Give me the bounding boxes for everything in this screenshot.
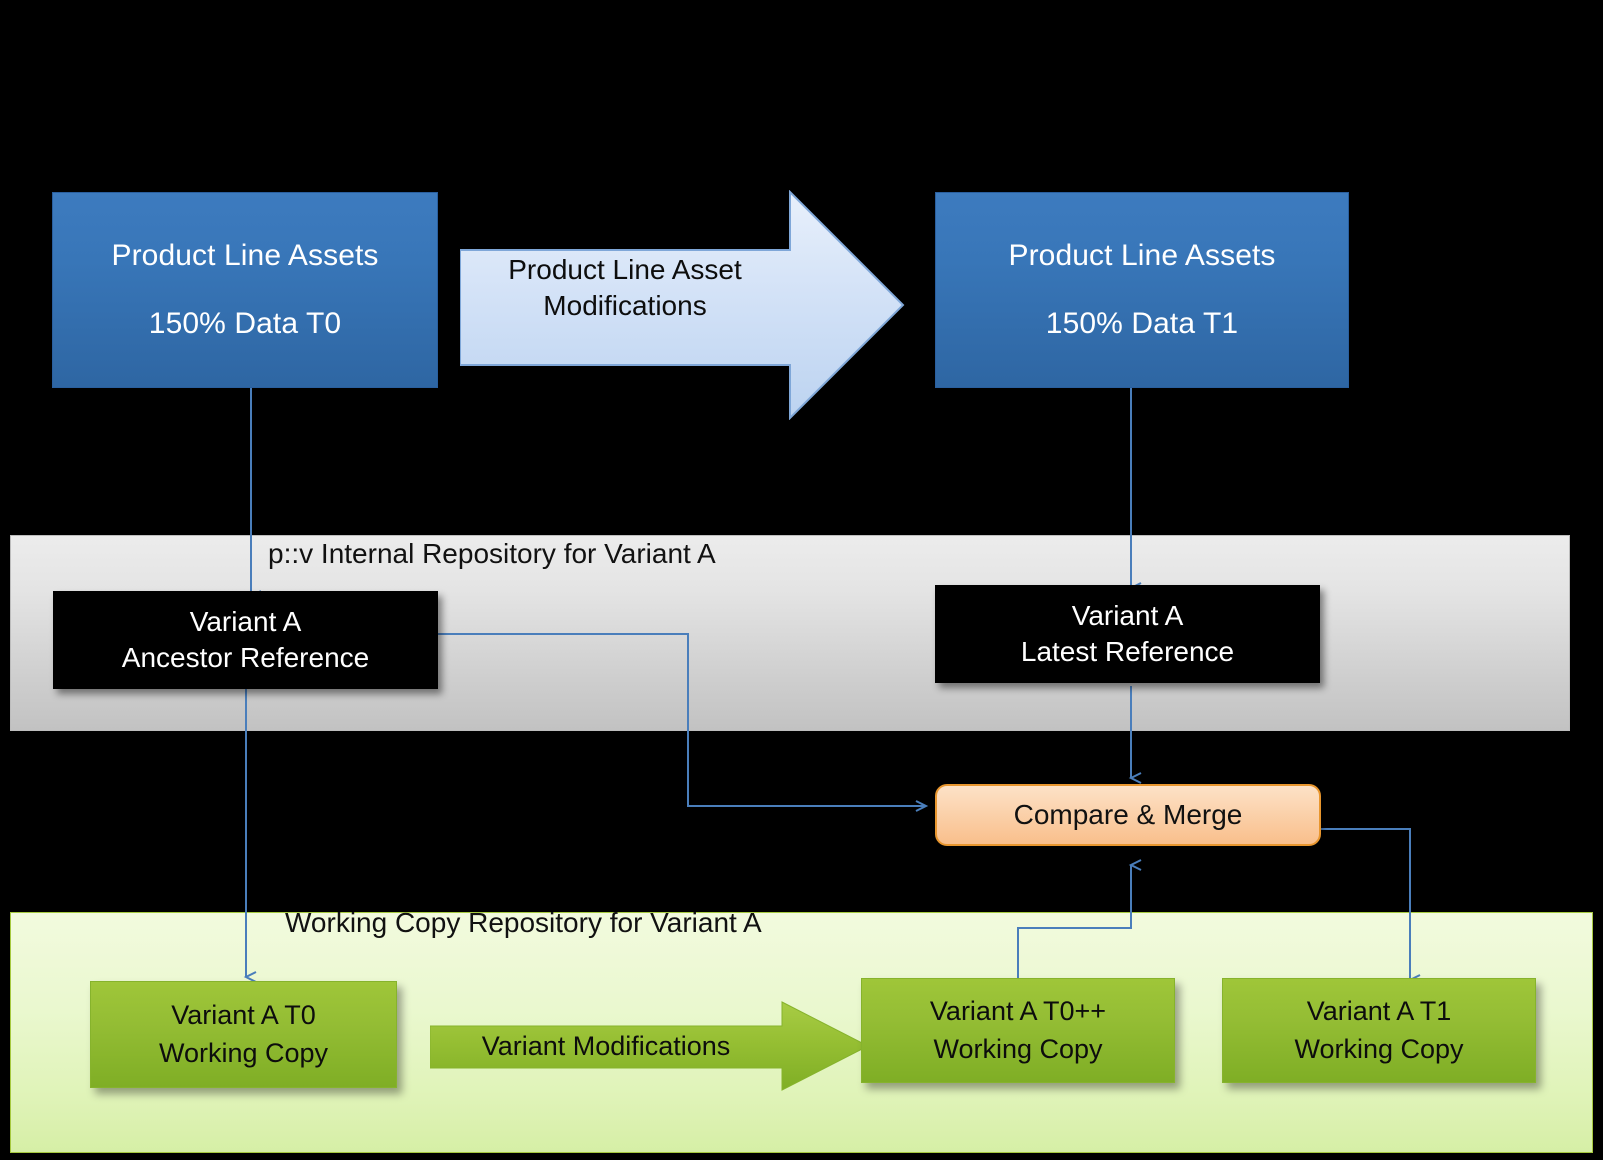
product-line-assets-t1-box[interactable]: Product Line Assets 150% Data T1 <box>935 192 1349 388</box>
variant-a-t0-working-copy-box[interactable]: Variant A T0 Working Copy <box>90 981 397 1088</box>
latest-reference-line2: Latest Reference <box>1020 636 1235 667</box>
t1-working-copy-line2: Working Copy <box>1294 1033 1464 1064</box>
variant-a-latest-reference-box[interactable]: Variant A Latest Reference <box>935 585 1320 683</box>
ancestor-reference-line1: Variant A <box>189 606 302 638</box>
product-line-assets-t0-line2: 150% Data T0 <box>148 307 342 340</box>
product-line-modification-line2: Modifications <box>543 290 707 322</box>
variant-a-t1-working-copy-box[interactable]: Variant A T1 Working Copy <box>1222 978 1536 1083</box>
t0-working-copy-line2: Working Copy <box>158 1037 329 1068</box>
t0-working-copy-line1: Variant A T0 <box>171 1000 316 1031</box>
product-line-modification-arrow-label: Product Line Asset Modifications <box>460 252 790 325</box>
ancestor-reference-line2: Ancestor Reference <box>121 642 370 673</box>
variant-a-ancestor-reference-box[interactable]: Variant A Ancestor Reference <box>53 591 438 689</box>
t1-working-copy-line1: Variant A T1 <box>1306 996 1452 1027</box>
compare-and-merge-box[interactable]: Compare & Merge <box>935 784 1321 846</box>
diagram-canvas: p::v Internal Repository for Variant A W… <box>0 0 1603 1160</box>
product-line-modification-line1: Product Line Asset <box>508 254 742 285</box>
variant-modifications-label: Variant Modifications <box>481 1031 731 1061</box>
product-line-modification-arrow: Product Line Asset Modifications <box>460 190 905 420</box>
compare-and-merge-label: Compare & Merge <box>1013 799 1243 830</box>
latest-reference-line1: Variant A <box>1071 600 1184 632</box>
variant-a-t0pp-working-copy-box[interactable]: Variant A T0++ Working Copy <box>861 978 1175 1083</box>
product-line-assets-t0-box[interactable]: Product Line Assets 150% Data T0 <box>52 192 438 388</box>
variant-modifications-arrow: Variant Modifications <box>430 1000 870 1092</box>
t0pp-working-copy-line2: Working Copy <box>933 1033 1103 1064</box>
working-copy-repository-title: Working Copy Repository for Variant A <box>285 907 762 938</box>
internal-repository-title: p::v Internal Repository for Variant A <box>268 538 716 569</box>
product-line-assets-t1-line1: Product Line Assets <box>1008 238 1276 272</box>
product-line-assets-t1-line2: 150% Data T1 <box>1045 307 1239 340</box>
t0pp-working-copy-line1: Variant A T0++ <box>929 996 1107 1027</box>
product-line-assets-t0-line1: Product Line Assets <box>111 238 379 272</box>
